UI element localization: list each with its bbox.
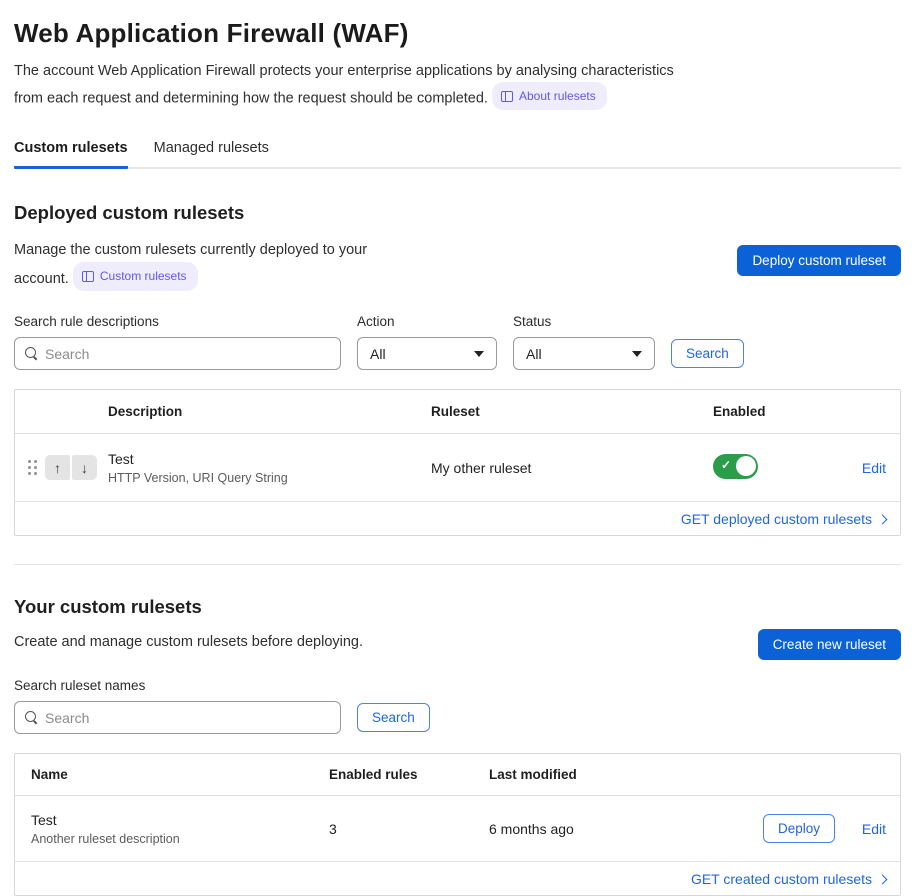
toggle-knob [736,456,756,476]
rule-description-cell: Test HTTP Version, URI Query String [108,451,431,485]
ruleset-search-box [14,701,341,734]
book-icon [501,91,513,102]
page-description-line2: from each request and determining how th… [14,91,488,107]
search-icon [25,711,38,724]
ruleset-search-button[interactable]: Search [357,703,430,732]
ruleset-deploy-cell: Deploy [763,814,832,843]
about-rulesets-label: About rulesets [519,85,596,107]
get-deployed-rulesets-label: GET deployed custom rulesets [681,511,872,527]
rule-search-box [14,337,341,370]
section-divider [14,564,901,565]
move-down-button[interactable]: ↓ [72,455,97,480]
page-title: Web Application Firewall (WAF) [14,18,901,49]
column-header-last-modified: Last modified [489,767,763,782]
status-filter-field: Status All [513,314,655,370]
deployed-description-line1: Manage the custom rulesets currently dep… [14,242,367,258]
move-up-button[interactable]: ↑ [45,455,70,480]
tab-managed-rulesets[interactable]: Managed rulesets [154,140,269,169]
tab-bar: Custom rulesets Managed rulesets [14,140,901,169]
ruleset-name: Test [31,812,329,828]
about-rulesets-badge[interactable]: About rulesets [492,82,607,110]
ruleset-search-input[interactable] [45,710,330,726]
column-header-name: Name [15,767,329,782]
your-rulesets-intro-row: Create and manage custom rulesets before… [14,631,901,660]
deployed-section-heading: Deployed custom rulesets [14,202,901,224]
search-ruleset-names-field: Search ruleset names [14,678,341,734]
deployed-description-line2: account. [14,271,69,287]
your-rulesets-table-footer: GET created custom rulesets [15,862,900,895]
status-filter-select[interactable]: All [513,337,655,370]
enabled-toggle[interactable]: ✓ [713,454,758,479]
your-rulesets-heading: Your custom rulesets [14,596,901,618]
action-filter-field: Action All [357,314,497,370]
deployed-table-footer: GET deployed custom rulesets [15,502,900,535]
deployed-intro-row: Manage the custom rulesets currently dep… [14,239,901,291]
column-header-description: Description [108,404,431,419]
get-created-rulesets-link[interactable]: GET created custom rulesets [691,871,886,887]
rule-edit-cell: Edit [832,460,900,476]
action-filter-label: Action [357,314,497,329]
tab-custom-rulesets[interactable]: Custom rulesets [14,140,128,169]
status-filter-label: Status [513,314,655,329]
deployed-table-header: Description Ruleset Enabled [15,390,900,434]
column-header-ruleset: Ruleset [431,404,713,419]
reorder-arrows: ↑ ↓ [45,455,97,480]
check-icon: ✓ [721,458,731,472]
ruleset-name-cell: Test Another ruleset description [15,812,329,846]
deployed-rulesets-table: Description Ruleset Enabled ↑ ↓ Test HTT… [14,389,901,536]
column-header-enabled-rules: Enabled rules [329,767,489,782]
action-filter-select[interactable]: All [357,337,497,370]
page-description-line1: The account Web Application Firewall pro… [14,63,674,79]
deploy-ruleset-button[interactable]: Deploy [763,814,835,843]
deployed-table-row: ↑ ↓ Test HTTP Version, URI Query String … [15,434,900,502]
chevron-down-icon [632,351,642,357]
ruleset-search-row: Search ruleset names Search [14,678,901,734]
rule-search-input[interactable] [45,346,330,362]
search-ruleset-names-label: Search ruleset names [14,678,341,693]
rule-search-button[interactable]: Search [671,339,744,368]
ruleset-last-modified-cell: 6 months ago [489,821,763,837]
ruleset-enabled-rules-cell: 3 [329,821,489,837]
rule-ruleset-cell: My other ruleset [431,460,713,476]
get-deployed-rulesets-link[interactable]: GET deployed custom rulesets [681,511,886,527]
edit-rule-link[interactable]: Edit [862,460,886,476]
your-rulesets-description: Create and manage custom rulesets before… [14,631,363,654]
custom-rulesets-badge-label: Custom rulesets [100,265,187,288]
search-rule-descriptions-field: Search rule descriptions [14,314,341,370]
deploy-custom-ruleset-button[interactable]: Deploy custom ruleset [737,245,901,276]
drag-handle-icon[interactable] [28,460,37,475]
waf-page: Web Application Firewall (WAF) The accou… [0,0,915,896]
chevron-right-icon [878,514,888,524]
rule-description: Test [108,451,431,467]
your-rulesets-table-row: Test Another ruleset description 3 6 mon… [15,796,900,862]
rule-enabled-cell: ✓ [713,454,832,482]
edit-ruleset-link[interactable]: Edit [862,821,886,837]
ruleset-name-sub: Another ruleset description [31,832,329,846]
your-rulesets-table: Name Enabled rules Last modified Test An… [14,753,901,896]
get-created-rulesets-label: GET created custom rulesets [691,871,872,887]
custom-rulesets-badge[interactable]: Custom rulesets [73,262,198,291]
page-description: The account Web Application Firewall pro… [14,60,901,110]
column-header-enabled: Enabled [713,404,832,419]
deployed-filters: Search rule descriptions Action All Stat… [14,314,901,370]
create-new-ruleset-button[interactable]: Create new ruleset [758,629,901,660]
book-icon [82,271,94,282]
rule-description-sub: HTTP Version, URI Query String [108,471,431,485]
action-filter-value: All [370,346,386,362]
chevron-down-icon [474,351,484,357]
search-rule-descriptions-label: Search rule descriptions [14,314,341,329]
deployed-description: Manage the custom rulesets currently dep… [14,239,367,291]
row-reorder-controls: ↑ ↓ [15,455,108,480]
status-filter-value: All [526,346,542,362]
ruleset-edit-cell: Edit [832,821,900,837]
your-rulesets-table-header: Name Enabled rules Last modified [15,754,900,796]
chevron-right-icon [878,874,888,884]
search-icon [25,347,38,360]
